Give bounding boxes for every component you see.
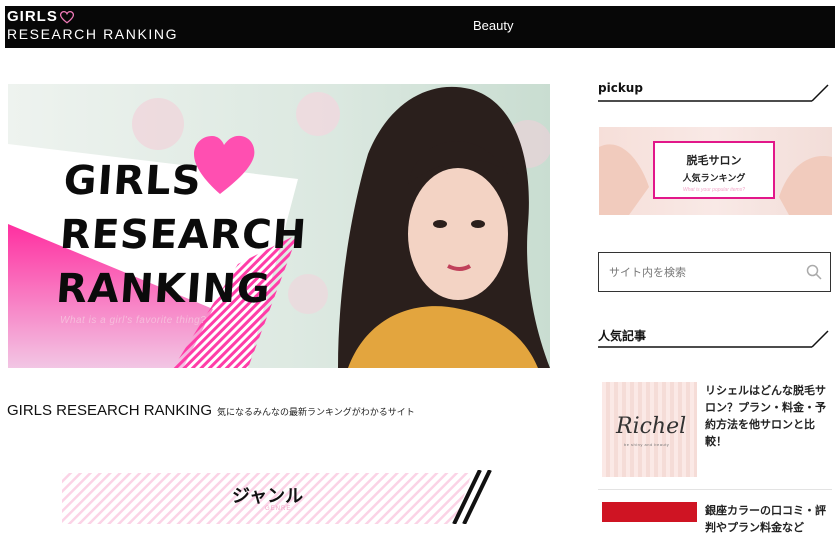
nav-beauty-link[interactable]: Beauty [473,18,513,33]
article-thumbnail[interactable] [602,502,697,522]
site-name: GIRLS RESEARCH RANKING [7,402,213,419]
logo-girls-text: GIRLS [7,8,58,25]
article-divider [598,489,832,490]
article-thumbnail[interactable]: Richel be shiny and beauty [602,382,697,477]
logo-research-ranking-text: RESEARCH RANKING [7,26,179,42]
hero-title: GIRLS RESEARCH RANKING [54,154,312,316]
hero-subtitle: What is a girl's favorite thing? [60,315,207,326]
site-header: GIRLS RESEARCH RANKING Beauty [5,6,835,48]
genre-heading: ジャンル GENRE [62,469,492,525]
hero-title-line: GIRLS [62,158,204,204]
article-title[interactable]: リシェルはどんな脱毛サロン？プラン・料金・予約方法を他サロンと比較！ [705,382,831,450]
search-icon[interactable] [806,264,822,280]
genre-label: ジャンル [232,486,304,507]
search-input[interactable] [600,254,800,290]
hero-title-line: RANKING [54,266,273,312]
pickup-banner-title: 脱毛サロン [686,154,742,167]
pickup-banner-subtitle: 人気ランキング [682,174,746,184]
genre-sublabel: GENRE [265,506,292,512]
site-description: 気になるみんなの最新ランキングがわかるサイト [217,408,415,418]
popular-article[interactable]: Richel be shiny and beauty リシェルはどんな脱毛サロン… [602,382,832,478]
pickup-heading-rule [598,84,829,102]
pickup-banner-box: 脱毛サロン 人気ランキング What is your popular items… [653,141,775,199]
hero-banner[interactable]: GIRLS RESEARCH RANKING What is a girl's … [8,84,550,368]
hero-title-line: RESEARCH [58,212,309,258]
heart-icon [59,10,74,24]
site-logo[interactable]: GIRLS RESEARCH RANKING [7,9,178,43]
site-title-line: GIRLS RESEARCH RANKING 気になるみんなの最新ランキングがわ… [7,402,415,419]
richel-tagline: be shiny and beauty [624,442,670,447]
pickup-banner[interactable]: 脱毛サロン 人気ランキング What is your popular items… [599,127,832,215]
pickup-banner-english: What is your popular items? [683,187,745,193]
site-search [598,252,831,292]
richel-logo-text: Richel [616,414,687,439]
article-title[interactable]: 銀座カラーの口コミ・評判やプラン料金など [705,502,831,536]
popular-article[interactable]: 銀座カラーの口コミ・評判やプラン料金など [602,502,832,541]
popular-heading-rule [598,330,829,348]
